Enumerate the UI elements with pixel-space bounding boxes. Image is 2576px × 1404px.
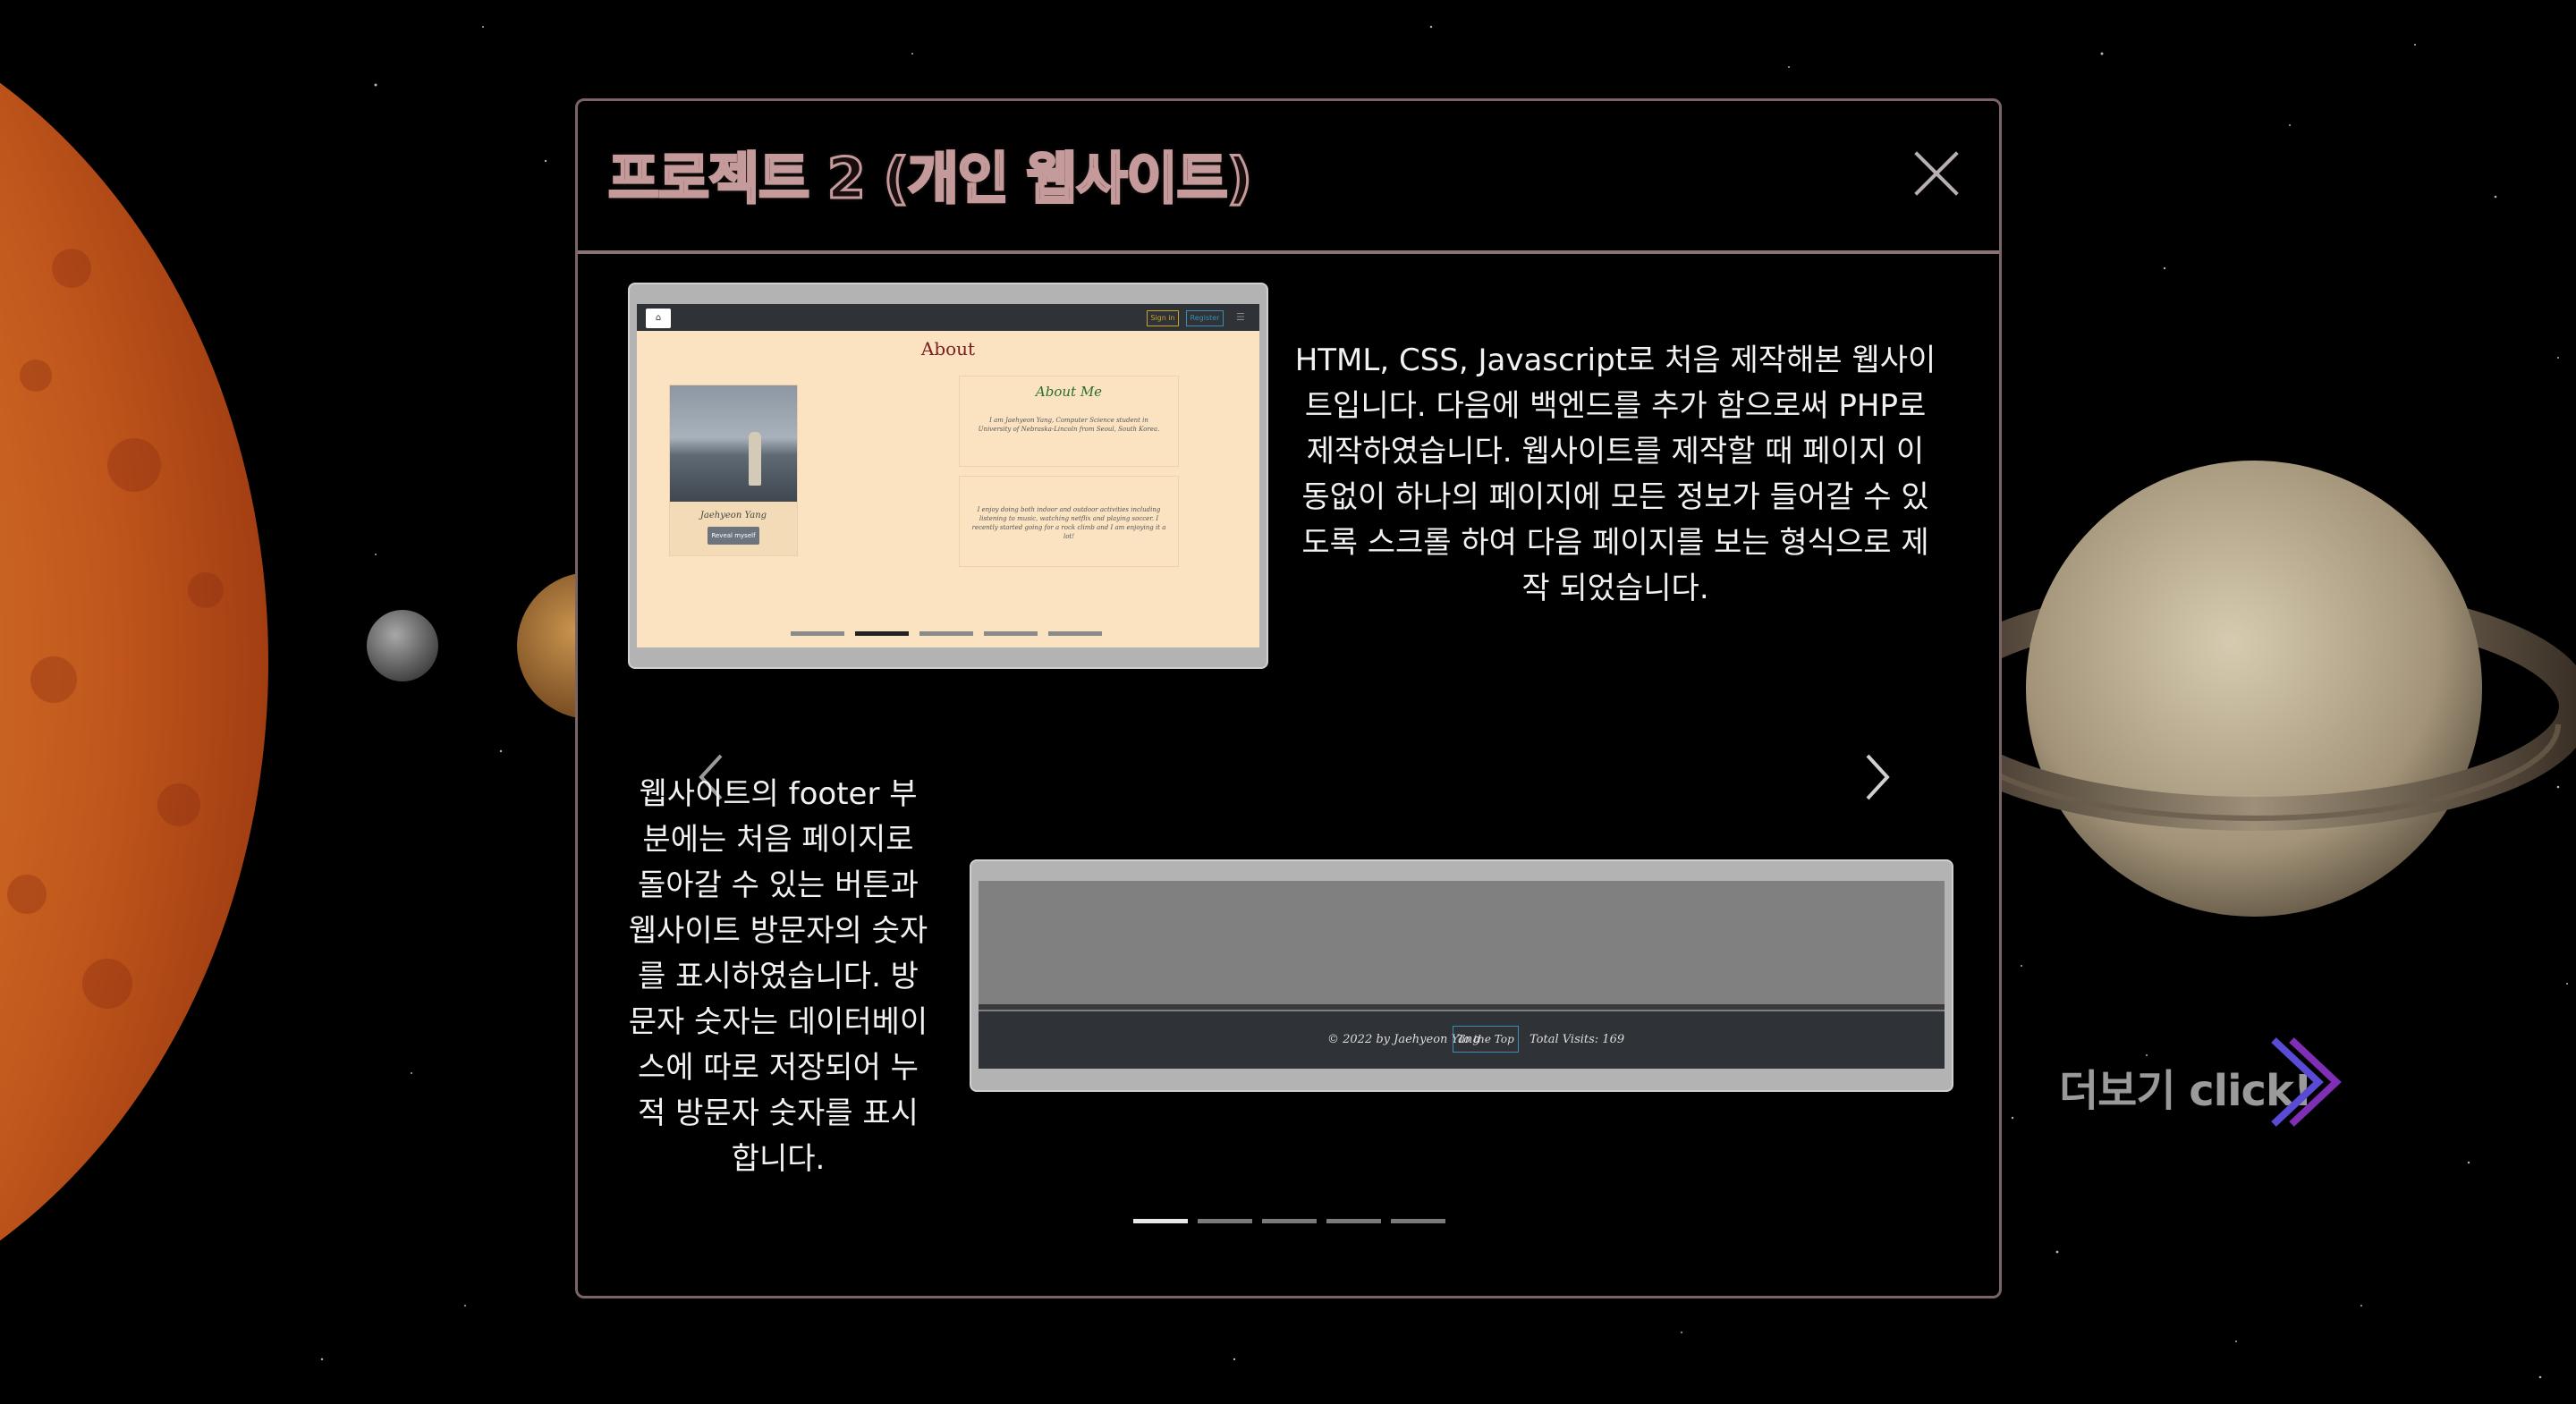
footer-divider <box>979 1004 1945 1010</box>
person-figure <box>749 432 761 486</box>
screenshot-indicator <box>1048 631 1102 636</box>
screenshot-indicator <box>984 631 1038 636</box>
carousel-indicator[interactable] <box>1326 1219 1381 1223</box>
home-icon: ⌂ <box>646 309 671 328</box>
profile-name: Jaehyeon Yang <box>699 511 767 520</box>
screenshot-about-card: About Me I am Jaehyeon Yang, Computer Sc… <box>959 376 1179 467</box>
profile-photo <box>670 385 797 502</box>
screenshot-hobby-card: I enjoy doing both indoor and outdoor ac… <box>959 476 1179 567</box>
screenshot-heading: About <box>920 338 976 359</box>
carousel-indicator[interactable] <box>1133 1219 1188 1223</box>
carousel-indicator[interactable] <box>1391 1219 1445 1223</box>
screenshot-indicator <box>919 631 973 636</box>
footer-to-top-button: To the Top <box>1453 1026 1519 1053</box>
chevron-right-icon[interactable] <box>1859 750 1894 804</box>
screenshot-indicator <box>791 631 844 636</box>
website-screenshot-footer: © 2022 by Jaehyeon Yang To the Top Total… <box>970 859 1953 1092</box>
screenshot-indicators <box>791 631 1113 637</box>
modal-title: 프로젝트 2 (개인 웹사이트) <box>607 145 1254 213</box>
screenshot-profile-card: Jaehyeon Yang Reveal myself <box>669 385 798 556</box>
screenshot-indicator <box>855 631 909 636</box>
project-modal: 프로젝트 2 (개인 웹사이트) ⌂ Sign in Register ☰ Ab… <box>575 98 2002 1298</box>
more-button[interactable]: 더보기 click! <box>2059 1037 2363 1145</box>
modal-header: 프로젝트 2 (개인 웹사이트) <box>578 101 1999 254</box>
carousel-indicators <box>1133 1219 1455 1224</box>
carousel-indicator[interactable] <box>1262 1219 1317 1223</box>
hobby-card-text: I enjoy doing both indoor and outdoor ac… <box>971 506 1166 540</box>
screenshot-register: Register <box>1186 310 1224 326</box>
screenshot-footer-page: © 2022 by Jaehyeon Yang To the Top Total… <box>979 881 1945 1069</box>
screenshot-about-page: ⌂ Sign in Register ☰ About Jaehyeon Yang… <box>637 304 1259 647</box>
screenshot-navbar: ⌂ Sign in Register ☰ <box>637 304 1259 331</box>
double-chevron-right-icon <box>2271 1037 2342 1127</box>
about-card-text: I am Jaehyeon Yang, Computer Science stu… <box>978 417 1160 433</box>
screenshot-footer: © 2022 by Jaehyeon Yang To the Top Total… <box>979 1011 1945 1069</box>
carousel-indicator[interactable] <box>1198 1219 1252 1223</box>
screenshot-read-button: Reveal myself <box>708 527 759 545</box>
slide-description-2: 웹사이트의 footer 부분에는 처음 페이지로 돌아갈 수 있는 버튼과 웹… <box>628 776 928 1177</box>
website-screenshot-about: ⌂ Sign in Register ☰ About Jaehyeon Yang… <box>628 283 1268 669</box>
menu-icon: ☰ <box>1236 311 1245 323</box>
about-card-title: About Me <box>1035 384 1103 400</box>
slide-description-1: HTML, CSS, Javascript로 처음 제작해본 웹사이트입니다. … <box>1294 343 1936 606</box>
close-icon[interactable] <box>1910 148 1963 201</box>
screenshot-sign-in: Sign in <box>1147 310 1179 326</box>
footer-visit-count: Total Visits: 169 <box>1530 1033 1625 1046</box>
